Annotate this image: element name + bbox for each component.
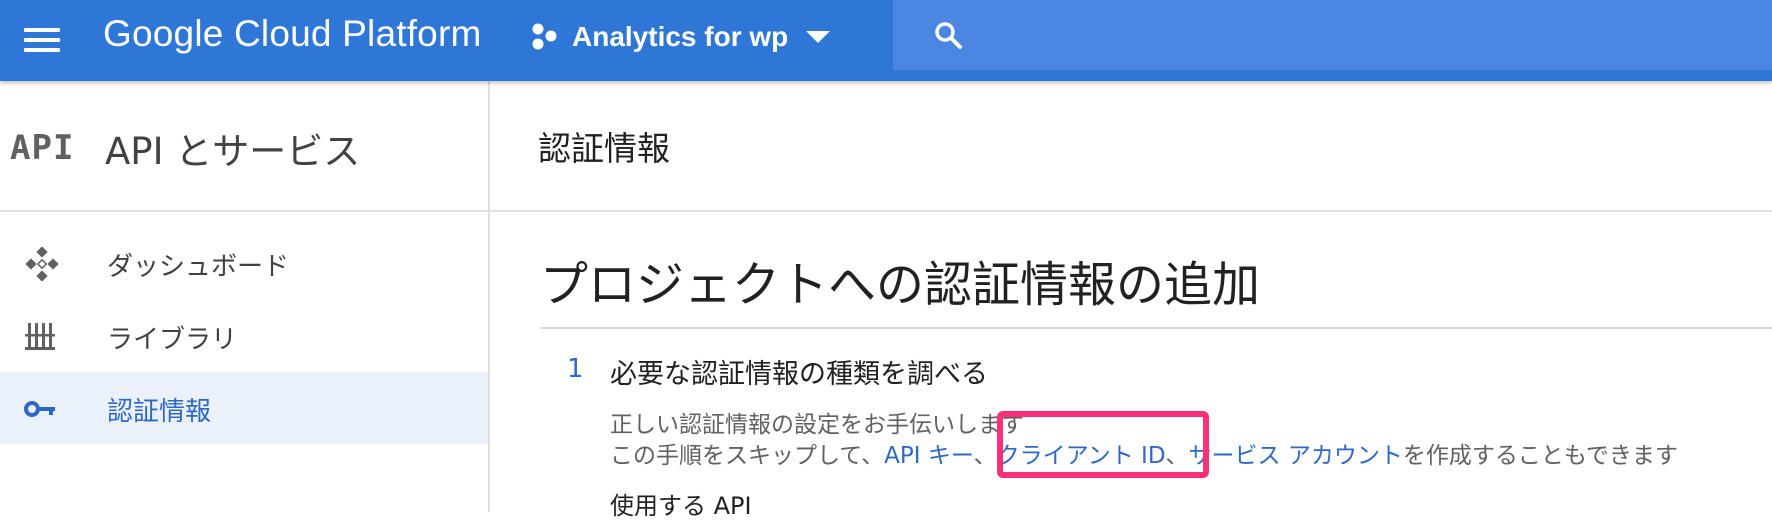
sidebar-title: API とサービス [105,130,361,173]
step-title: 必要な認証情報の種類を調べる [610,359,988,390]
key-icon [24,401,55,417]
sidebar-item-dashboard[interactable]: ダッシュボード [0,227,488,299]
project-hexagons-icon [532,23,557,50]
api-key-link[interactable]: API キー [884,443,973,469]
separator: 、 [973,443,997,469]
step-description: 正しい認証情報の設定をお手伝いします [610,412,1024,438]
sidebar-item-label: ライブラリ [107,325,238,355]
section-heading: プロジェクトへの認証情報の追加 [540,257,1261,313]
content-header: 認証情報 [490,81,1772,212]
search-bar[interactable] [893,0,1772,70]
separator: 、 [1165,443,1189,469]
sidebar-header: API API とサービス [0,81,488,212]
hamburger-menu-icon[interactable] [22,24,62,56]
page-title: 認証情報 [538,129,670,168]
dashboard-icon [25,247,59,281]
top-app-bar: Google Cloud Platform Analytics for wp [0,0,1772,81]
step-links-line: この手順をスキップして、API キー、クライアント ID、サービス アカウントを… [610,436,1678,470]
sidebar-item-credentials[interactable]: 認証情報 [0,372,488,444]
api-logo: API [10,128,75,168]
search-icon[interactable] [933,20,963,50]
sidebar: API API とサービス ダッシュボード ライブラリ 認証情報 [0,81,490,512]
line-suffix: を作成することもできます [1402,443,1678,469]
sidebar-item-library[interactable]: ライブラリ [0,300,488,372]
chevron-down-icon [806,31,831,43]
section-divider [540,327,1772,329]
line-prefix: この手順をスキップして、 [610,443,885,469]
client-id-link[interactable]: クライアント ID [997,443,1166,469]
project-selector[interactable]: Analytics for wp [530,17,831,57]
sidebar-item-label: 認証情報 [107,397,212,427]
step-number: 1 [567,354,584,384]
service-account-link[interactable]: サービス アカウント [1189,443,1403,469]
project-name: Analytics for wp [572,21,789,52]
sidebar-item-label: ダッシュボード [107,252,290,282]
api-subheading: 使用する API [610,492,752,520]
brand-title[interactable]: Google Cloud Platform [103,13,482,55]
library-icon [25,323,55,350]
